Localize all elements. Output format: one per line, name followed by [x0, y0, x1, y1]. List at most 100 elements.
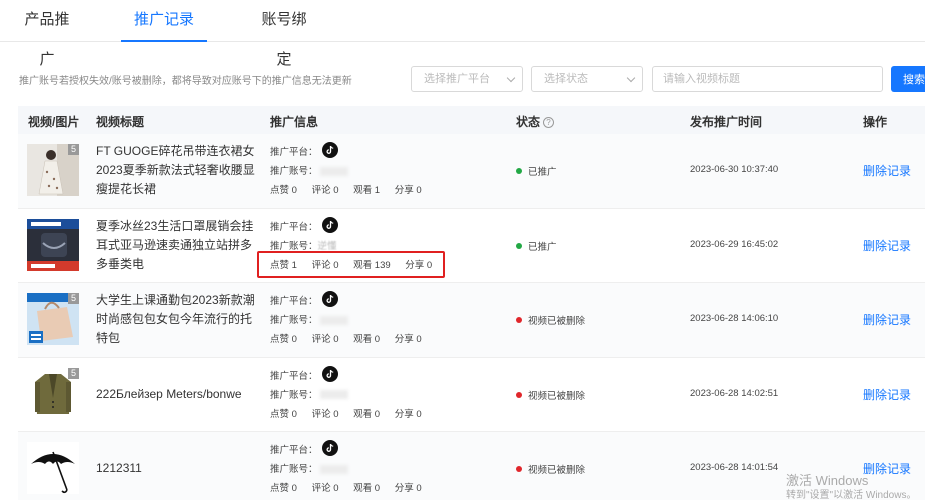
dress-thumbnail[interactable]: 5: [27, 144, 79, 196]
status-dot: [516, 466, 522, 472]
platform-label: 推广平台：: [270, 370, 318, 382]
shares-stat: 分享 0: [394, 483, 422, 494]
table-header: 视频/图片 视频标题 推广信息 状态? 发布推广时间 操作: [18, 106, 925, 134]
status-badge: 视频已被删除: [516, 313, 585, 327]
status-select[interactable]: 选择状态: [531, 66, 643, 92]
tiktok-icon: [321, 142, 338, 159]
partial-account-name: 逆懂: [317, 240, 337, 252]
platform-label: 推广平台：: [270, 221, 318, 233]
account-label: 推广账号：: [270, 315, 318, 326]
column-action: 操作: [863, 115, 888, 129]
views-stat: 观看 1: [353, 185, 381, 196]
windows-activation-watermark: 激活 Windows 转到"设置"以激活 Windows。: [786, 473, 916, 500]
media-count-badge: 5: [68, 144, 79, 155]
status-dot: [516, 391, 522, 398]
account-label: 推广账号：: [270, 240, 318, 252]
tab-promotion-records[interactable]: 推广记录: [121, 0, 207, 42]
column-title: 视频标题: [96, 115, 145, 129]
chevron-down-icon: [506, 73, 516, 83]
status-text: 视频已被删除: [528, 316, 586, 327]
status-text: 已推广: [528, 167, 557, 178]
video-title: 222Блейзер Meters/bonwe: [96, 386, 242, 401]
video-title-search-input[interactable]: [652, 66, 883, 92]
blazer-thumbnail[interactable]: 5: [27, 367, 79, 420]
publish-time: 2023-06-28 14:02:51: [690, 387, 779, 399]
chevron-down-icon: [626, 73, 636, 83]
delete-record-button[interactable]: 删除记录: [863, 386, 911, 403]
likes-stat: 点赞 0: [270, 185, 297, 196]
column-status-label: 状态: [516, 115, 541, 129]
platform-select-placeholder: 选择推广平台: [424, 73, 490, 85]
tab-product-promotion[interactable]: 产品推广: [18, 0, 76, 68]
delete-record-button[interactable]: 删除记录: [863, 311, 911, 328]
redacted-account: [319, 315, 348, 325]
question-icon[interactable]: ?: [543, 117, 555, 128]
mask-thumbnail[interactable]: [27, 218, 79, 271]
tiktok-icon: [321, 216, 338, 233]
status-dot: [516, 168, 522, 174]
status-text: 已推广: [528, 241, 557, 253]
account-label: 推广账号：: [270, 389, 318, 401]
umbrella-thumbnail[interactable]: [27, 442, 79, 494]
tiktok-icon: [321, 365, 338, 382]
shares-stat: 分享 0: [394, 334, 422, 345]
status-dot: [516, 317, 522, 323]
media-count-badge: 5: [68, 293, 79, 304]
table-row: 5 大学生上课通勤包2023新款潮时尚感包包女包今年流行的托特包 推广平台： 推…: [18, 283, 925, 358]
records-table: 视频/图片 视频标题 推广信息 状态? 发布推广时间 操作 5 FT GUOGE…: [18, 106, 925, 500]
views-stat: 观看 0: [353, 334, 381, 345]
promotion-info: 推广平台： 推广账号： 点赞 0 评论 0 观看 0 分享 0: [270, 291, 434, 349]
likes-stat: 点赞 0: [270, 483, 297, 494]
comments-stat: 评论 0: [311, 185, 339, 196]
platform-select[interactable]: 选择推广平台: [411, 66, 523, 92]
views-stat: 观看 0: [353, 408, 381, 420]
status-dot: [516, 242, 522, 249]
status-badge: 视频已被删除: [516, 388, 585, 402]
publish-time: 2023-06-28 14:01:54: [690, 462, 779, 473]
search-button[interactable]: 搜索: [891, 66, 925, 92]
redacted-account: [319, 390, 348, 400]
engagement-stats: 点赞 0 评论 0 观看 0 分享 0: [270, 479, 434, 498]
promotion-info: 推广平台： 推广账号： 点赞 0 评论 0 观看 1 分享 0: [270, 142, 434, 200]
tiktok-icon: [321, 291, 338, 308]
watermark-line-2: 转到"设置"以激活 Windows。: [786, 490, 917, 500]
status-badge: 视频已被删除: [516, 462, 585, 476]
tab-account-binding[interactable]: 账号绑定: [255, 0, 313, 68]
platform-label: 推广平台：: [270, 296, 318, 307]
column-time: 发布推广时间: [690, 115, 763, 129]
video-title: 夏季冰丝23生活口罩展销会挂耳式亚马逊速卖通独立站拼多多垂类电: [96, 218, 254, 271]
likes-stat: 点赞 0: [270, 334, 297, 345]
engagement-stats: 点赞 0 评论 0 观看 0 分享 0: [270, 405, 434, 424]
platform-label: 推广平台：: [270, 147, 318, 158]
engagement-stats: 点赞 0 评论 0 观看 0 分享 0: [270, 330, 434, 349]
delete-record-button[interactable]: 删除记录: [863, 237, 911, 254]
bag-thumbnail[interactable]: 5: [27, 293, 79, 345]
video-title: FT GUOGE碎花吊带连衣裙女2023夏季新款法式轻奢收腰显瘦提花长裙: [96, 144, 255, 196]
promotion-info: 推广平台： 推广账号： 点赞 0 评论 0 观看 0 分享 0: [270, 440, 434, 498]
account-label: 推广账号：: [270, 464, 318, 475]
column-status: 状态?: [516, 113, 555, 130]
column-info: 推广信息: [270, 115, 319, 129]
publish-time: 2023-06-30 10:37:40: [690, 164, 779, 175]
comments-stat: 评论 0: [311, 408, 339, 420]
redacted-account: [319, 166, 348, 176]
shares-stat: 分享 0: [394, 185, 422, 196]
table-row: 夏季冰丝23生活口罩展销会挂耳式亚马逊速卖通独立站拼多多垂类电 推广平台： 推广…: [18, 208, 925, 283]
account-label: 推广账号：: [270, 166, 318, 177]
delete-record-button[interactable]: 删除记录: [863, 162, 911, 179]
engagement-stats: 点赞 0 评论 0 观看 1 分享 0: [270, 181, 434, 200]
publish-time: 2023-06-29 16:45:02: [690, 238, 779, 250]
table-row: 5 222Блейзер Meters/bonwe 推广平台： 推广账号： 点赞…: [18, 357, 925, 432]
publish-time: 2023-06-28 14:06:10: [690, 313, 779, 324]
comments-stat: 评论 0: [311, 334, 339, 345]
top-tabs: 产品推广 推广记录 账号绑定: [0, 0, 925, 68]
likes-stat: 点赞 0: [270, 408, 297, 420]
status-select-placeholder: 选择状态: [544, 73, 588, 85]
status-badge: 已推广: [516, 239, 557, 253]
watermark-line-1: 激活 Windows: [786, 473, 869, 488]
authorization-notice: 推广账号若授权失效/账号被删除，都将导致对应账号下的推广信息无法更新: [19, 76, 352, 87]
video-title: 大学生上课通勤包2023新款潮时尚感包包女包今年流行的托特包: [96, 293, 255, 345]
platform-label: 推广平台：: [270, 445, 318, 456]
views-stat: 观看 0: [353, 483, 381, 494]
status-text: 视频已被删除: [528, 390, 586, 402]
